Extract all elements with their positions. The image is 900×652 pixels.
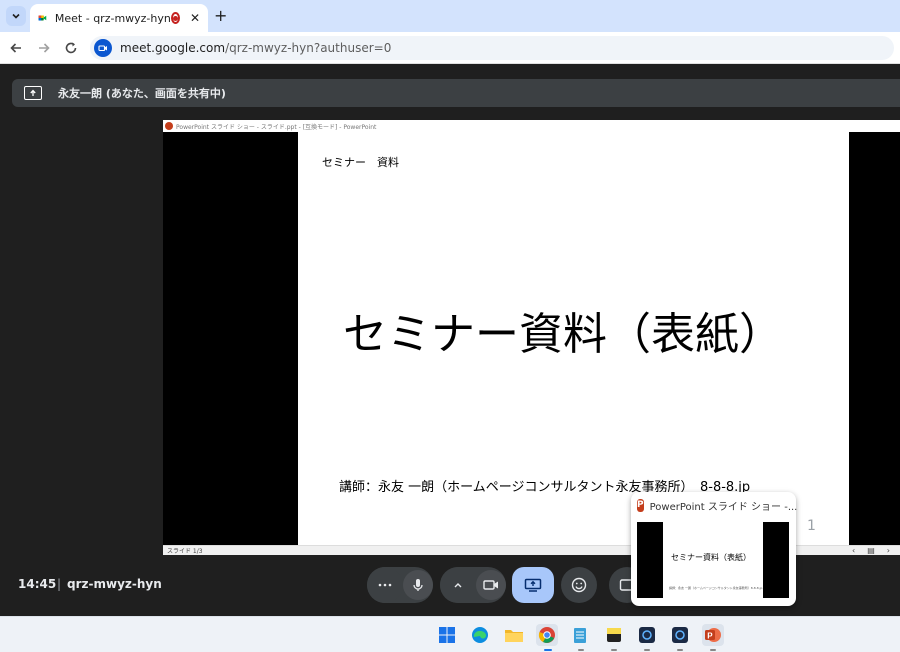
tab-close-icon[interactable]: ✕ [190,11,200,25]
preview-letterbox-right [763,522,789,598]
browser-tab-strip: Meet - qrz-mwyz-hyn ✕ + [0,0,900,32]
camera-button[interactable] [476,570,506,600]
slide-label: セミナー 資料 [322,156,399,169]
letterbox-right [849,132,900,545]
sticky-notes-icon[interactable] [603,624,625,646]
camera-controls [440,567,506,603]
powerpoint-icon: P [637,498,644,512]
mic-controls [367,567,433,603]
tab-search-button[interactable] [6,6,26,26]
app2-running-indicator [677,649,683,651]
preview-title: セミナー資料（表紙） [671,553,751,562]
video-camera-icon [98,45,107,52]
meeting-code: qrz-mwyz-hyn [67,577,162,591]
taskbar-thumbnail-popup[interactable]: P PowerPoint スライド ショー -... セミナー資料（表紙） 講師… [631,492,798,606]
url-host: meet.google.com [120,41,226,55]
edge-browser-icon[interactable] [469,624,491,646]
separator: | [57,577,62,591]
mic-options-button[interactable] [367,567,403,603]
present-screen-icon [524,578,542,592]
presenting-text: 永友一朗 (あなた、画面を共有中) [58,87,226,100]
powerpoint-icon [165,122,173,130]
back-button[interactable] [8,40,24,56]
thumbnail-header: P PowerPoint スライド ショー -... [631,492,798,518]
thumbnail-title: PowerPoint スライド ショー -... [649,501,798,513]
powerpoint-taskbar-icon[interactable]: P [702,624,724,646]
browser-tab-meet[interactable]: Meet - qrz-mwyz-hyn ✕ [30,4,208,32]
chevron-left-icon[interactable]: ‹ [852,546,855,555]
preview-subtitle: 講師：永友 一朗（ホームページコンサルタント永友事務所）8-8-8.jp [669,586,763,590]
url-path: /qrz-mwyz-hyn?authuser=0 [225,41,392,55]
arrow-left-icon [10,43,21,53]
microphone-icon [413,579,423,591]
shared-screen: PowerPoint スライド ショー - スライド.ppt - [互換モード]… [163,120,900,555]
letterbox-left [163,132,298,545]
new-tab-button[interactable]: + [214,6,227,25]
powerpoint-running-indicator [710,649,716,651]
chevron-down-icon [12,13,20,19]
page-count: 1 [807,518,816,534]
meeting-clock: 14:45 [18,577,57,591]
camera-options-button[interactable] [440,567,476,603]
preview-letterbox-left [637,522,663,598]
url-text: meet.google.com/qrz-mwyz-hyn?authuser=0 [120,41,391,55]
chrome-browser-icon[interactable] [536,624,558,646]
file-explorer-icon[interactable] [503,624,525,646]
windows-taskbar: P [0,616,900,652]
chevron-up-icon [454,583,462,588]
recording-icon [170,12,180,24]
sticky-running-indicator [611,649,617,651]
reload-button[interactable] [63,40,79,56]
present-now-button[interactable] [512,567,554,603]
notepad-running-indicator [578,649,584,651]
reactions-button[interactable] [561,567,597,603]
more-horizontal-icon [378,583,392,587]
microphone-button[interactable] [403,570,433,600]
chevron-right-icon[interactable]: › [887,546,890,555]
presenting-banner: 永友一朗 (あなた、画面を共有中) [12,79,900,107]
slideshow-window-title: PowerPoint スライド ショー - スライド.ppt - [互換モード]… [176,123,377,131]
thumbnail-preview[interactable]: セミナー資料（表紙） 講師：永友 一朗（ホームページコンサルタント永友事務所）8… [637,522,789,598]
browser-toolbar: meet.google.com/qrz-mwyz-hyn?authuser=0 [0,32,900,64]
svg-text:P: P [707,631,713,640]
windows-start-icon[interactable] [436,624,458,646]
arrow-right-icon [39,43,50,53]
slide-title: セミナー資料（表紙） [343,309,783,360]
chrome-active-indicator [544,649,552,651]
tab-title: Meet - qrz-mwyz-hyn [54,11,171,25]
reload-icon [65,42,77,54]
app-icon-2[interactable] [669,624,691,646]
address-bar[interactable]: meet.google.com/qrz-mwyz-hyn?authuser=0 [90,36,894,60]
video-camera-icon [483,580,498,590]
slideshow-titlebar: PowerPoint スライド ショー - スライド.ppt - [互換モード]… [163,120,900,132]
google-meet-icon [38,15,47,21]
notepad-icon[interactable] [569,624,591,646]
slide-grid-icon[interactable]: ▤ [867,546,875,555]
slide-nav-controls: ‹ ▤ › [852,546,900,555]
present-screen-icon [24,86,42,100]
app-icon[interactable] [636,624,658,646]
app-running-indicator [644,649,650,651]
emoji-icon [571,577,587,593]
forward-button[interactable] [36,40,52,56]
site-info-button[interactable] [94,39,112,57]
